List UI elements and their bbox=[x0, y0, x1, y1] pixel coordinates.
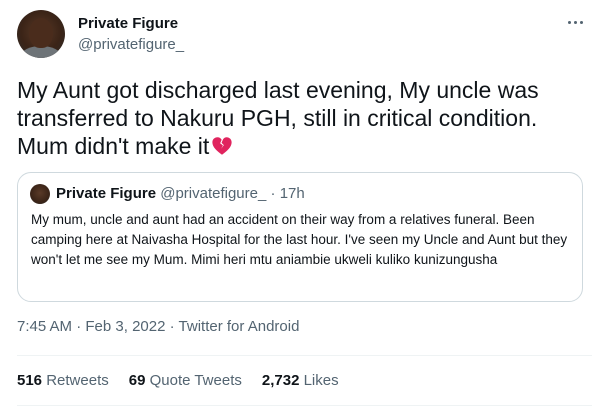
meta-separator: · bbox=[76, 318, 82, 335]
author-name[interactable]: Private Figure bbox=[78, 15, 178, 32]
author-handle[interactable]: @privatefigure_ bbox=[78, 36, 184, 53]
more-dot bbox=[573, 20, 577, 24]
tweet-time-link[interactable]: 7:45 AM · Feb 3, 2022 bbox=[17, 318, 165, 335]
quoted-tweet-text: My mum, uncle and aunt had an accident o… bbox=[31, 212, 568, 267]
quoted-author-name: Private Figure bbox=[56, 185, 157, 202]
divider bbox=[17, 405, 592, 406]
quotes-label: Quote Tweets bbox=[149, 372, 242, 389]
retweets-stat[interactable]: 516 Retweets bbox=[17, 372, 109, 389]
more-dot bbox=[567, 20, 571, 24]
quote-tweets-stat[interactable]: 69 Quote Tweets bbox=[129, 372, 242, 389]
tweet-body: My Aunt got discharged last evening, My … bbox=[17, 76, 592, 163]
tweet-source-link[interactable]: Twitter for Android bbox=[179, 318, 300, 335]
quotes-count: 69 bbox=[128, 372, 146, 389]
tweet-metadata: 7:45 AM · Feb 3, 2022 · Twitter for Andr… bbox=[17, 318, 299, 335]
tweet-time: 7:45 AM bbox=[17, 318, 73, 335]
quoted-tweet-header: Private Figure @privatefigure_ · 17h bbox=[56, 185, 305, 202]
quoted-tweet-card[interactable]: Private Figure @privatefigure_ · 17h My … bbox=[17, 172, 583, 302]
tweet-date: Feb 3, 2022 bbox=[85, 318, 166, 335]
quoted-time: 17h bbox=[279, 185, 305, 202]
quoted-separator: · bbox=[270, 185, 276, 202]
likes-label: Likes bbox=[303, 372, 339, 389]
quoted-author-handle: @privatefigure_ bbox=[160, 185, 267, 202]
more-dot bbox=[579, 20, 583, 24]
meta-separator: · bbox=[169, 318, 175, 335]
more-options-icon[interactable] bbox=[563, 12, 587, 32]
retweets-count: 516 bbox=[17, 372, 43, 389]
author-avatar[interactable] bbox=[17, 10, 65, 58]
likes-count: 2,732 bbox=[261, 372, 300, 389]
tweet-text: My Aunt got discharged last evening, My … bbox=[17, 77, 539, 159]
quoted-author-avatar bbox=[30, 184, 50, 204]
avatar-face bbox=[29, 18, 53, 48]
divider bbox=[17, 355, 592, 356]
retweets-label: Retweets bbox=[46, 372, 109, 389]
likes-stat[interactable]: 2,732 Likes bbox=[262, 372, 339, 389]
broken-heart-icon bbox=[211, 135, 233, 163]
engagement-stats: 516 Retweets 69 Quote Tweets 2,732 Likes bbox=[17, 372, 339, 389]
